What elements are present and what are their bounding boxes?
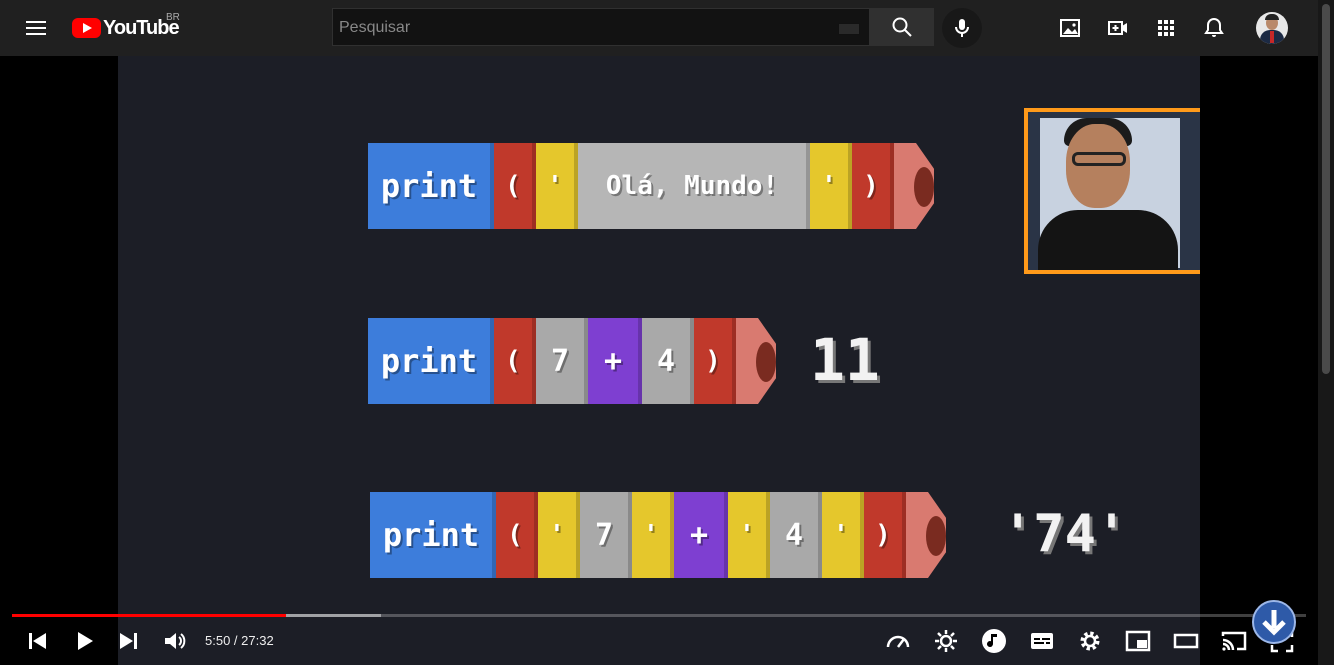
download-button[interactable]	[1252, 600, 1296, 644]
block-print: print	[368, 318, 494, 404]
block-print: print	[370, 492, 496, 578]
youtube-play-icon	[72, 18, 101, 38]
volume-icon[interactable]	[162, 628, 188, 654]
menu-icon[interactable]	[24, 16, 48, 40]
scrollbar-thumb[interactable]	[1322, 4, 1330, 374]
avatar[interactable]	[1256, 12, 1288, 44]
output-row-2: 11	[810, 326, 880, 394]
theater-mode-icon[interactable]	[1173, 628, 1199, 654]
block-quote: '	[810, 143, 852, 229]
gear-icon[interactable]	[1077, 628, 1103, 654]
page-scrollbar[interactable]	[1318, 0, 1334, 665]
previous-icon[interactable]	[25, 628, 51, 654]
voice-search-button[interactable]	[942, 8, 982, 48]
code-block-row-3: print ( ' 7 ' + ' 4 ' )	[370, 492, 946, 578]
block-close-paren: )	[694, 318, 736, 404]
block-close-paren: )	[852, 143, 894, 229]
create-video-icon[interactable]	[1106, 16, 1130, 40]
country-code: BR	[166, 12, 180, 23]
masthead: YouTube BR	[0, 0, 1318, 56]
speed-gauge-icon[interactable]	[885, 628, 911, 654]
block-number: 4	[642, 318, 694, 404]
code-block-row-2: print ( 7 + 4 )	[368, 318, 776, 404]
mic-icon	[955, 19, 969, 37]
video-frame: print ( ' Olá, Mundo! ' ) print ( 7 + 4 …	[118, 56, 1200, 665]
progress-bar[interactable]	[12, 614, 1306, 617]
block-open-paren: (	[496, 492, 538, 578]
block-plus: +	[588, 318, 642, 404]
search-icon	[892, 17, 912, 37]
block-number: 7	[580, 492, 632, 578]
block-quote: '	[538, 492, 580, 578]
block-open-paren: (	[494, 143, 536, 229]
block-string: Olá, Mundo!	[578, 143, 810, 229]
progress-played	[12, 614, 287, 617]
block-close-paren: )	[864, 492, 906, 578]
presenter-webcam	[1024, 108, 1200, 274]
block-number: 7	[536, 318, 588, 404]
block-plus: +	[674, 492, 728, 578]
time-display: 5:50 / 27:32	[205, 633, 274, 648]
block-open-paren: (	[494, 318, 536, 404]
video-player[interactable]: print ( ' Olá, Mundo! ' ) print ( 7 + 4 …	[0, 56, 1318, 665]
cast-icon[interactable]	[1221, 628, 1247, 654]
image-icon[interactable]	[1058, 16, 1082, 40]
block-end-cap	[736, 318, 776, 404]
music-note-icon[interactable]	[981, 628, 1007, 654]
search-button[interactable]	[870, 8, 934, 46]
next-icon[interactable]	[115, 628, 141, 654]
sun-settings-icon[interactable]	[933, 628, 959, 654]
block-quote: '	[728, 492, 770, 578]
block-end-cap	[906, 492, 946, 578]
search-box	[332, 8, 870, 47]
download-arrow-icon	[1262, 610, 1286, 636]
block-print: print	[368, 143, 494, 229]
code-block-row-1: print ( ' Olá, Mundo! ' )	[368, 143, 934, 229]
search-input[interactable]	[333, 9, 841, 47]
block-quote: '	[632, 492, 674, 578]
youtube-logo[interactable]: YouTube	[72, 16, 180, 40]
block-quote: '	[822, 492, 864, 578]
apps-grid-icon[interactable]	[1154, 16, 1178, 40]
block-quote: '	[536, 143, 578, 229]
bell-icon[interactable]	[1202, 16, 1226, 40]
block-number: 4	[770, 492, 822, 578]
keyboard-icon[interactable]	[838, 23, 860, 35]
play-icon[interactable]	[71, 628, 97, 654]
subtitles-icon[interactable]	[1029, 628, 1055, 654]
block-end-cap	[894, 143, 934, 229]
miniplayer-icon[interactable]	[1125, 628, 1151, 654]
output-row-3: '74'	[1002, 504, 1128, 564]
